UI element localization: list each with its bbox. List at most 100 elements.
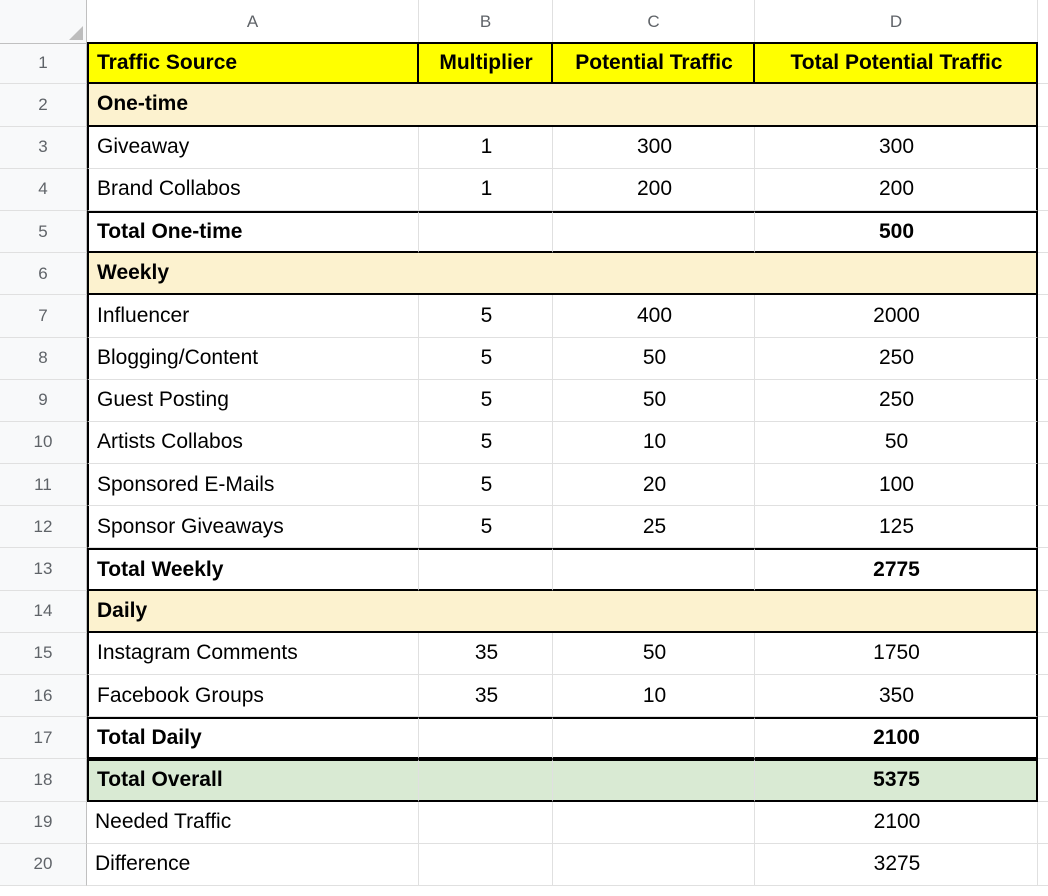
cell-E8[interactable] — [1038, 338, 1048, 380]
cell-D15[interactable]: 1750 — [755, 633, 1038, 675]
cell-A13[interactable]: Total Weekly — [87, 548, 419, 590]
cell-D6[interactable] — [755, 253, 1038, 295]
cell-E10[interactable] — [1038, 422, 1048, 464]
cell-A5[interactable]: Total One-time — [87, 211, 419, 253]
cell-E9[interactable] — [1038, 380, 1048, 422]
cell-B5[interactable] — [419, 211, 553, 253]
cell-E16[interactable] — [1038, 675, 1048, 717]
cell-D3[interactable]: 300 — [755, 127, 1038, 169]
cell-A19[interactable]: Needed Traffic — [87, 802, 419, 844]
cell-A7[interactable]: Influencer — [87, 295, 419, 337]
row-header-7[interactable]: 7 — [0, 295, 87, 337]
cell-C20[interactable] — [553, 844, 755, 886]
cell-E20[interactable] — [1038, 844, 1048, 886]
cell-D16[interactable]: 350 — [755, 675, 1038, 717]
cell-A12[interactable]: Sponsor Giveaways — [87, 506, 419, 548]
cell-D11[interactable]: 100 — [755, 464, 1038, 506]
cell-C8[interactable]: 50 — [553, 338, 755, 380]
cell-D4[interactable]: 200 — [755, 169, 1038, 211]
cell-D1[interactable]: Total Potential Traffic — [755, 42, 1038, 84]
cell-C2[interactable] — [553, 84, 755, 126]
cell-A18[interactable]: Total Overall — [87, 759, 419, 801]
cell-C10[interactable]: 10 — [553, 422, 755, 464]
cell-A11[interactable]: Sponsored E-Mails — [87, 464, 419, 506]
cell-D12[interactable]: 125 — [755, 506, 1038, 548]
cell-C3[interactable]: 300 — [553, 127, 755, 169]
row-header-17[interactable]: 17 — [0, 717, 87, 759]
cell-D14[interactable] — [755, 591, 1038, 633]
cell-B7[interactable]: 5 — [419, 295, 553, 337]
cell-A3[interactable]: Giveaway — [87, 127, 419, 169]
cell-E15[interactable] — [1038, 633, 1048, 675]
cell-E3[interactable] — [1038, 127, 1048, 169]
cell-D7[interactable]: 2000 — [755, 295, 1038, 337]
row-header-8[interactable]: 8 — [0, 338, 87, 380]
cell-C6[interactable] — [553, 253, 755, 295]
row-header-14[interactable]: 14 — [0, 591, 87, 633]
cell-B1[interactable]: Multiplier — [419, 42, 553, 84]
cell-B14[interactable] — [419, 591, 553, 633]
row-header-20[interactable]: 20 — [0, 844, 87, 886]
cell-D13[interactable]: 2775 — [755, 548, 1038, 590]
cell-B11[interactable]: 5 — [419, 464, 553, 506]
cell-A9[interactable]: Guest Posting — [87, 380, 419, 422]
row-header-3[interactable]: 3 — [0, 127, 87, 169]
cell-E11[interactable] — [1038, 464, 1048, 506]
cell-E18[interactable] — [1038, 759, 1048, 801]
row-header-18[interactable]: 18 — [0, 759, 87, 801]
cell-C11[interactable]: 20 — [553, 464, 755, 506]
cell-B9[interactable]: 5 — [419, 380, 553, 422]
row-header-16[interactable]: 16 — [0, 675, 87, 717]
cell-B18[interactable] — [419, 759, 553, 801]
cell-C9[interactable]: 50 — [553, 380, 755, 422]
cell-D9[interactable]: 250 — [755, 380, 1038, 422]
cell-A1[interactable]: Traffic Source — [87, 42, 419, 84]
spreadsheet[interactable]: A B C D 1 Traffic Source Multiplier Pote… — [0, 0, 1048, 886]
cell-A6[interactable]: Weekly — [87, 253, 419, 295]
cell-E6[interactable] — [1038, 253, 1048, 295]
cell-C4[interactable]: 200 — [553, 169, 755, 211]
cell-E1[interactable] — [1038, 42, 1048, 84]
cell-E5[interactable] — [1038, 211, 1048, 253]
cell-B12[interactable]: 5 — [419, 506, 553, 548]
cell-A14[interactable]: Daily — [87, 591, 419, 633]
cell-B6[interactable] — [419, 253, 553, 295]
cell-B2[interactable] — [419, 84, 553, 126]
row-header-5[interactable]: 5 — [0, 211, 87, 253]
row-header-1[interactable]: 1 — [0, 42, 87, 84]
cell-A15[interactable]: Instagram Comments — [87, 633, 419, 675]
cell-A20[interactable]: Difference — [87, 844, 419, 886]
cell-D19[interactable]: 2100 — [755, 802, 1038, 844]
row-header-12[interactable]: 12 — [0, 506, 87, 548]
cell-C1[interactable]: Potential Traffic — [553, 42, 755, 84]
cell-E4[interactable] — [1038, 169, 1048, 211]
cell-C16[interactable]: 10 — [553, 675, 755, 717]
cell-E14[interactable] — [1038, 591, 1048, 633]
cell-D20[interactable]: 3275 — [755, 844, 1038, 886]
col-header-D[interactable]: D — [755, 0, 1038, 44]
cell-A17[interactable]: Total Daily — [87, 717, 419, 759]
cell-A2[interactable]: One-time — [87, 84, 419, 126]
row-header-19[interactable]: 19 — [0, 802, 87, 844]
cell-C19[interactable] — [553, 802, 755, 844]
cell-E2[interactable] — [1038, 84, 1048, 126]
cell-D5[interactable]: 500 — [755, 211, 1038, 253]
cell-E13[interactable] — [1038, 548, 1048, 590]
cell-B3[interactable]: 1 — [419, 127, 553, 169]
cell-B15[interactable]: 35 — [419, 633, 553, 675]
cell-B20[interactable] — [419, 844, 553, 886]
col-header-A[interactable]: A — [87, 0, 419, 44]
cell-C7[interactable]: 400 — [553, 295, 755, 337]
cell-E17[interactable] — [1038, 717, 1048, 759]
cell-C5[interactable] — [553, 211, 755, 253]
row-header-4[interactable]: 4 — [0, 169, 87, 211]
col-header-C[interactable]: C — [553, 0, 755, 44]
row-header-9[interactable]: 9 — [0, 380, 87, 422]
select-all-corner[interactable] — [0, 0, 87, 44]
cell-D8[interactable]: 250 — [755, 338, 1038, 380]
row-header-6[interactable]: 6 — [0, 253, 87, 295]
cell-B10[interactable]: 5 — [419, 422, 553, 464]
cell-A4[interactable]: Brand Collabos — [87, 169, 419, 211]
cell-A16[interactable]: Facebook Groups — [87, 675, 419, 717]
cell-C18[interactable] — [553, 759, 755, 801]
